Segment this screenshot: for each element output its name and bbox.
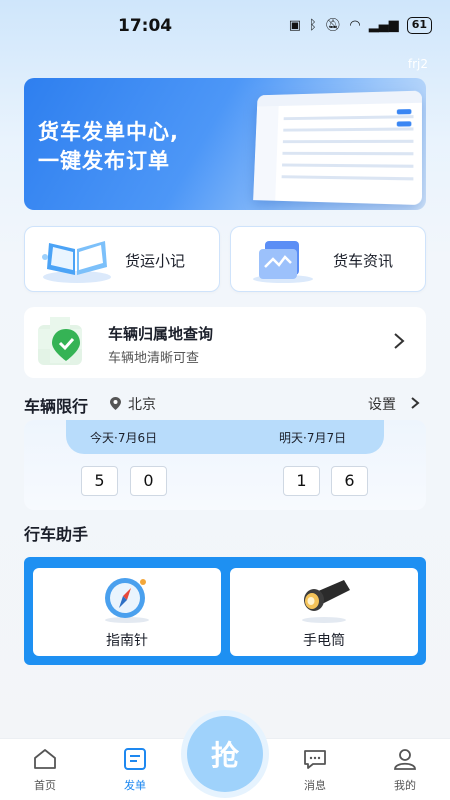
order-icon bbox=[124, 748, 146, 770]
wifi-icon: ◠ bbox=[349, 18, 361, 33]
nav-order-label: 发单 bbox=[124, 779, 146, 792]
banner-line1: 货车发单中心, bbox=[38, 120, 179, 144]
flashlight-icon bbox=[302, 580, 350, 623]
signal-icon: ▂▄▆ bbox=[368, 18, 399, 33]
nav-profile[interactable]: 我的 bbox=[375, 747, 435, 793]
nav-messages-label: 消息 bbox=[304, 779, 326, 792]
assistant-panel: 指南针 手电筒 bbox=[24, 557, 426, 665]
status-time: 17:04 bbox=[118, 16, 173, 36]
limit-date-bar: 今天·7月6日 明天·7月7日 bbox=[66, 420, 384, 454]
freight-notes-card[interactable]: 货运小记 bbox=[24, 226, 220, 292]
grab-order-button[interactable]: 抢 bbox=[187, 716, 263, 792]
assistant-title: 行车助手 bbox=[24, 525, 89, 544]
truck-news-card[interactable]: 货车资讯 bbox=[230, 226, 426, 292]
today-number: 5 bbox=[81, 466, 118, 496]
status-bar: 17:04 ▣ ᛒ 🔕︎ ◠ ▂▄▆ 61 bbox=[0, 0, 450, 50]
banner-line2: 一键发布订单 bbox=[38, 149, 170, 173]
flashlight-tool[interactable]: 手电筒 bbox=[230, 568, 418, 656]
limit-city[interactable]: 北京 bbox=[128, 394, 156, 414]
lookup-title: 车辆归属地查询 bbox=[108, 325, 214, 343]
nav-home[interactable]: 首页 bbox=[15, 747, 75, 793]
limit-title: 车辆限行 bbox=[24, 397, 89, 416]
profile-icon bbox=[394, 749, 416, 770]
compass-label: 指南针 bbox=[106, 633, 148, 649]
home-icon bbox=[34, 749, 56, 769]
banner[interactable]: 货车发单中心, 一键发布订单 bbox=[24, 78, 426, 210]
status-icons: ▣ ᛒ 🔕︎ ◠ ▂▄▆ 61 bbox=[289, 17, 432, 34]
location-icon bbox=[110, 397, 121, 410]
message-icon bbox=[304, 750, 326, 769]
limit-setting-link[interactable]: 设置 bbox=[368, 394, 396, 414]
bluetooth-icon: ᛒ bbox=[309, 18, 317, 33]
today-number: 0 bbox=[130, 466, 167, 496]
nfc-icon: ▣ bbox=[288, 18, 302, 33]
nav-order[interactable]: 发单 bbox=[105, 747, 165, 793]
compass-icon bbox=[105, 578, 149, 623]
vehicle-origin-lookup[interactable]: 车辆归属地查询 车辆地清晰可查 bbox=[24, 307, 426, 378]
lookup-subtitle: 车辆地清晰可查 bbox=[108, 351, 200, 366]
truck-news-label: 货车资讯 bbox=[333, 252, 394, 270]
mute-icon: 🔕︎ bbox=[324, 18, 342, 33]
tomorrow-number: 6 bbox=[331, 466, 368, 496]
chevron-right-icon[interactable] bbox=[410, 396, 420, 410]
today-label: 今天·7月6日 bbox=[90, 431, 158, 445]
location-pin-icon bbox=[38, 317, 82, 365]
flashlight-label: 手电筒 bbox=[303, 633, 345, 649]
news-icon bbox=[253, 241, 313, 283]
compass-tool[interactable]: 指南针 bbox=[33, 568, 221, 656]
nav-home-label: 首页 bbox=[34, 779, 56, 792]
freight-notes-label: 货运小记 bbox=[125, 252, 186, 270]
chevron-right-icon bbox=[394, 333, 405, 349]
nav-profile-label: 我的 bbox=[394, 779, 416, 792]
dashboard-illustration bbox=[253, 90, 423, 206]
tomorrow-number: 1 bbox=[283, 466, 320, 496]
nav-messages[interactable]: 消息 bbox=[285, 747, 345, 793]
banner-text: 货车发单中心, 一键发布订单 bbox=[38, 118, 179, 176]
battery-indicator: 61 bbox=[406, 17, 432, 34]
limit-card: 今天·7月6日 明天·7月7日 5 0 1 6 bbox=[24, 420, 426, 510]
limit-header: 车辆限行 北京 设置 bbox=[24, 392, 426, 416]
book-icon bbox=[42, 241, 111, 283]
user-tag: frj2 bbox=[407, 57, 428, 71]
tomorrow-label: 明天·7月7日 bbox=[279, 431, 347, 445]
grab-order-label: 抢 bbox=[210, 739, 239, 772]
